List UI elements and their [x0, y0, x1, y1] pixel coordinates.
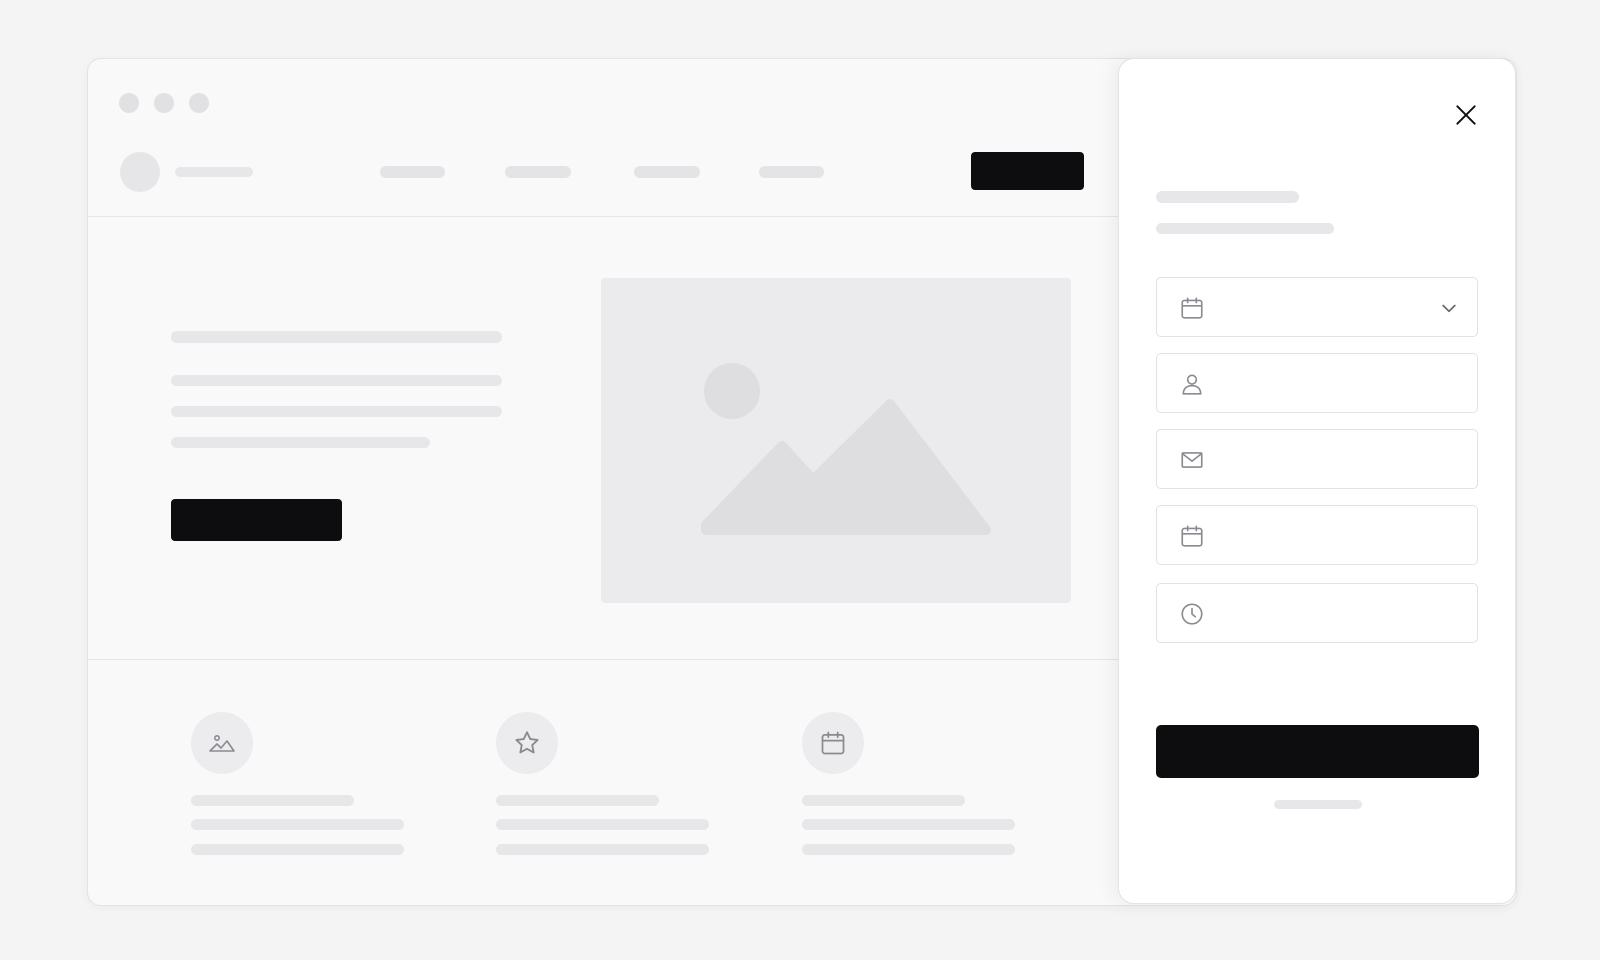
panel-close-button[interactable]	[1448, 97, 1484, 133]
booking-side-panel	[1118, 58, 1516, 904]
date-select-field[interactable]	[1156, 277, 1478, 337]
user-icon	[1182, 374, 1202, 395]
image-placeholder-icon	[701, 363, 991, 535]
chevron-down-icon[interactable]	[1439, 298, 1459, 318]
feature-text-line	[802, 844, 1015, 855]
mail-icon	[1181, 452, 1203, 468]
close-icon	[1456, 105, 1476, 125]
logo-avatar[interactable]	[120, 152, 160, 192]
feature-icon-badge	[496, 712, 558, 774]
nav-link-3[interactable]	[634, 166, 700, 178]
calendar-icon	[1181, 297, 1203, 319]
window-minimize-dot[interactable]	[154, 93, 174, 113]
star-icon	[515, 731, 539, 754]
date-select-value[interactable]	[1221, 292, 1445, 324]
hero-cta-button[interactable]	[171, 499, 342, 541]
feature-text-line	[191, 819, 404, 830]
hero-title-placeholder	[171, 331, 502, 343]
clock-icon	[1181, 603, 1203, 625]
nav-link-4[interactable]	[759, 166, 824, 178]
feature-title-placeholder	[802, 795, 965, 806]
nav-cta-button[interactable]	[971, 152, 1084, 190]
hero-image-placeholder	[601, 278, 1071, 603]
nav-divider	[88, 216, 1212, 217]
feature-text-line	[191, 844, 404, 855]
feature-icon-badge	[191, 712, 253, 774]
feature-title-placeholder	[191, 795, 354, 806]
feature-title-placeholder	[496, 795, 659, 806]
date-field[interactable]	[1156, 505, 1478, 565]
name-input[interactable]	[1221, 368, 1445, 400]
logo-text-placeholder	[175, 167, 253, 177]
feature-text-line	[496, 819, 709, 830]
time-input[interactable]	[1221, 598, 1445, 630]
window-maximize-dot[interactable]	[189, 93, 209, 113]
date-input[interactable]	[1221, 520, 1445, 552]
panel-subtitle-placeholder	[1156, 223, 1334, 234]
image-icon	[209, 735, 235, 752]
window-close-dot[interactable]	[119, 93, 139, 113]
hero-text-line-2	[171, 406, 502, 417]
nav-link-2[interactable]	[505, 166, 571, 178]
time-field[interactable]	[1156, 583, 1478, 643]
panel-footer-link-placeholder[interactable]	[1274, 800, 1362, 809]
feature-text-line	[496, 844, 709, 855]
hero-text-line-3	[171, 437, 430, 448]
calendar-icon	[1181, 525, 1203, 547]
hero-text-line-1	[171, 375, 502, 386]
email-input[interactable]	[1221, 444, 1445, 476]
calendar-icon	[821, 731, 845, 755]
email-field[interactable]	[1156, 429, 1478, 489]
feature-text-line	[802, 819, 1015, 830]
feature-icon-badge	[802, 712, 864, 774]
nav-link-1[interactable]	[380, 166, 445, 178]
name-field[interactable]	[1156, 353, 1478, 413]
panel-title-placeholder	[1156, 191, 1299, 203]
section-divider	[88, 659, 1212, 660]
submit-button[interactable]	[1156, 725, 1479, 778]
